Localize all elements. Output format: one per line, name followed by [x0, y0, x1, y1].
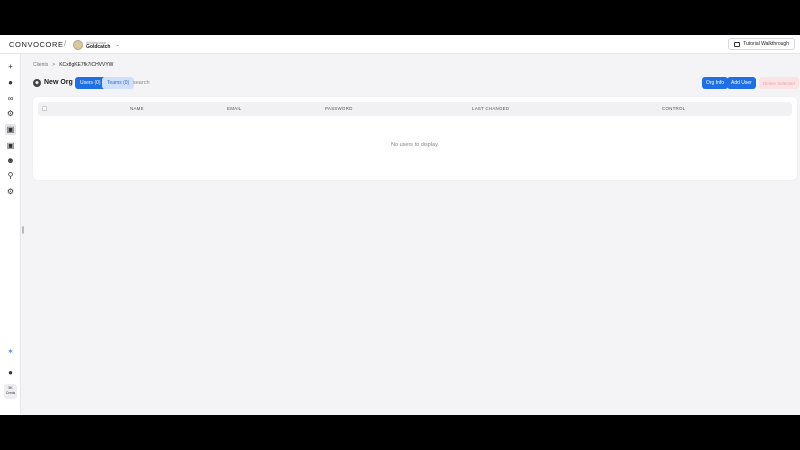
circle-icon[interactable]: ● — [6, 78, 15, 87]
sidebar-collapse-handle[interactable] — [22, 226, 24, 234]
lock-icon[interactable]: ▣ — [6, 141, 15, 150]
column-last-changed[interactable]: LAST CHANGED — [472, 106, 509, 111]
app-logo[interactable]: CONVOCORE — [9, 40, 64, 49]
delete-selected-button[interactable]: Delete Selected — [759, 77, 799, 89]
column-email[interactable]: EMAIL — [227, 106, 242, 111]
workspace-separator: / — [64, 39, 67, 48]
column-password[interactable]: PASSWORD — [325, 106, 353, 111]
tutorial-label: Tutorial Walkthrough — [743, 41, 789, 47]
tab-teams[interactable]: Teams (0) — [102, 77, 135, 89]
key-icon[interactable]: ⚲ — [6, 171, 15, 180]
top-bar: CONVOCORE / Workspace Goldcatch ⌄ Tutori… — [0, 35, 800, 54]
breadcrumb: Clients > KCx8gKE7fk7iCHVVYW — [33, 62, 113, 68]
profile-icon[interactable]: ● — [6, 368, 15, 377]
link-icon[interactable]: ∞ — [6, 94, 15, 103]
plus-icon[interactable]: + — [6, 62, 15, 71]
org-avatar-icon: ☻ — [33, 79, 41, 87]
empty-state-message: No users to display. — [391, 142, 439, 148]
column-name[interactable]: NAME — [130, 106, 144, 111]
tutorial-walkthrough-button[interactable]: Tutorial Walkthrough — [728, 38, 795, 50]
table-header: NAME EMAIL PASSWORD LAST CHANGED CONTROL — [38, 102, 792, 116]
search-input[interactable] — [133, 77, 203, 89]
users-table-card: NAME EMAIL PASSWORD LAST CHANGED CONTROL… — [33, 97, 797, 180]
sidebar: + ● ∞ ⚙ ▣ ▣ ☻ ⚲ ⚙ ✶ ● 5K Creds — [0, 54, 21, 415]
workspace-switcher[interactable]: Workspace Goldcatch ⌄ — [73, 38, 120, 52]
app-window: CONVOCORE / Workspace Goldcatch ⌄ Tutori… — [0, 35, 800, 415]
credits-badge[interactable]: 5K Creds — [4, 384, 17, 399]
breadcrumb-clients[interactable]: Clients — [33, 62, 48, 68]
chevron-down-icon: ⌄ — [115, 42, 120, 48]
breadcrumb-current: KCx8gKE7fk7iCHVVYW — [59, 62, 114, 68]
breadcrumb-separator: > — [52, 62, 56, 68]
workspace-name: Goldcatch — [86, 44, 111, 50]
column-control[interactable]: CONTROL — [662, 106, 685, 111]
workspace-avatar — [73, 40, 83, 50]
tab-users[interactable]: Users (0) — [75, 77, 106, 89]
settings-icon[interactable]: ⚙ — [6, 187, 15, 196]
gear-icon[interactable]: ⚙ — [6, 109, 15, 118]
select-all-checkbox[interactable] — [42, 106, 47, 111]
users-icon[interactable]: ☻ — [6, 156, 15, 165]
credits-label: Creds — [5, 391, 16, 395]
org-info-button[interactable]: Org Info — [702, 77, 729, 89]
book-icon — [734, 41, 741, 47]
sparkle-icon[interactable]: ✶ — [6, 347, 15, 356]
contacts-icon[interactable]: ▣ — [5, 124, 16, 135]
add-user-button[interactable]: Add User — [727, 77, 756, 89]
workspace-text: Workspace Goldcatch — [86, 40, 110, 50]
page-title: New Org — [44, 79, 73, 86]
